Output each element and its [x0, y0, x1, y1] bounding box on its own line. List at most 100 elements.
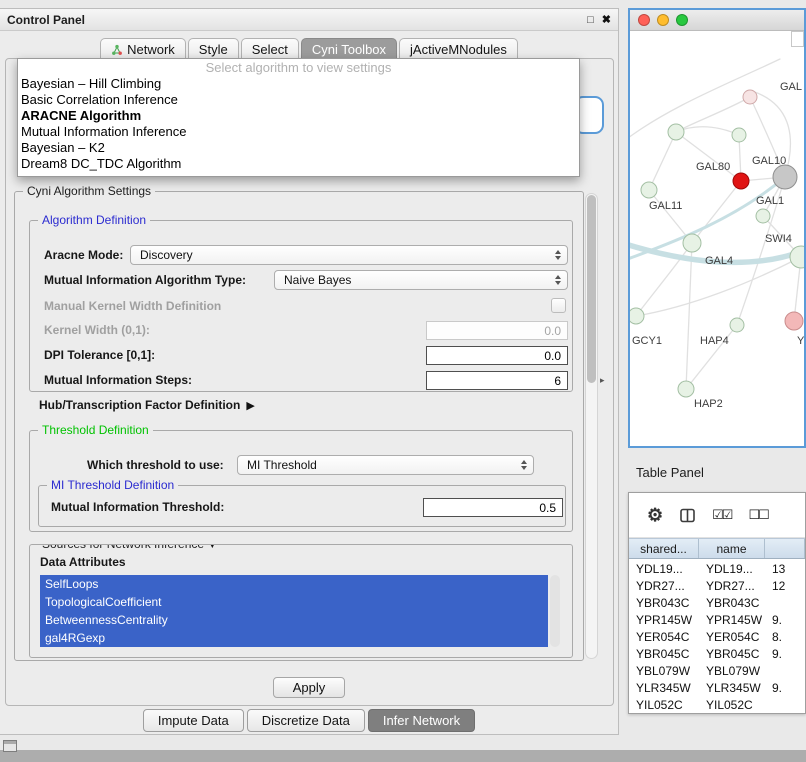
node-label: GAL [780, 81, 802, 93]
algorithm-option[interactable]: Bayesian – Hill Climbing [18, 76, 579, 92]
aracne-mode-label: Aracne Mode: [44, 248, 123, 262]
table-body: YDL19...YDL19...13YDR27...YDR27...12YBR0… [629, 560, 805, 713]
graph-node[interactable] [730, 318, 744, 332]
settings-group-title: Cyni Algorithm Settings [23, 184, 155, 198]
table-row[interactable]: YPR145WYPR145W9. [629, 611, 805, 628]
table-row[interactable]: YDL19...YDL19...13 [629, 560, 805, 577]
mi-threshold-definition-group: MI Threshold Definition Mutual Informati… [38, 485, 566, 527]
table-row[interactable]: YBR043CYBR043C [629, 594, 805, 611]
tab-impute-data[interactable]: Impute Data [143, 709, 244, 732]
attribute-item[interactable]: gal4RGexp [40, 629, 548, 647]
manual-kernel-checkbox[interactable] [551, 298, 566, 313]
graph-node[interactable] [668, 124, 684, 140]
node-label: GAL4 [705, 255, 733, 267]
control-panel-titlebar[interactable]: Control Panel □ ✖ [0, 9, 618, 31]
table-row[interactable]: YIL052CYIL052C [629, 696, 805, 713]
mi-steps-label: Mutual Information Steps: [44, 373, 192, 387]
table-cell: YLR345W [699, 679, 765, 696]
kernel-width-field[interactable]: 0.0 [426, 321, 568, 340]
traffic-yellow[interactable] [657, 14, 669, 26]
control-panel-title: Control Panel [7, 13, 85, 27]
deselect-all-icon[interactable]: ☐☐ [748, 507, 767, 523]
table-row[interactable]: YLR345WYLR345W9. [629, 679, 805, 696]
algorithm-option[interactable]: ARACNE Algorithm [18, 108, 579, 124]
kernel-width-label: Kernel Width (0,1): [44, 323, 150, 337]
graph-node[interactable] [630, 308, 644, 324]
table-row[interactable]: YBL079WYBL079W [629, 662, 805, 679]
traffic-red[interactable] [638, 14, 650, 26]
graph-node[interactable] [678, 381, 694, 397]
node-label: Y [797, 335, 804, 347]
graph-node[interactable] [683, 234, 701, 252]
table-cell [765, 662, 805, 679]
tab-infer-network[interactable]: Infer Network [368, 709, 475, 732]
tab-discretize-data[interactable]: Discretize Data [247, 709, 365, 732]
dpi-tolerance-field[interactable]: 0.0 [426, 346, 568, 365]
node-label: GAL11 [649, 200, 682, 212]
gear-icon[interactable]: ⚙ [647, 505, 663, 526]
field-value: 0.0 [544, 324, 561, 338]
graph-node[interactable] [733, 173, 749, 189]
table-cell: 9. [765, 679, 805, 696]
select-all-icon[interactable]: ☑☑ [712, 507, 731, 523]
attribute-item[interactable]: TopologicalCoefficient [40, 593, 548, 611]
mi-threshold-field[interactable]: 0.5 [423, 498, 563, 517]
graph-node[interactable] [756, 209, 770, 223]
table-cell: YIL052C [699, 696, 765, 713]
table-cell: YPR145W [699, 611, 765, 628]
node-label: SWI4 [765, 233, 792, 245]
traffic-green[interactable] [676, 14, 688, 26]
network-window-titlebar[interactable] [630, 10, 804, 31]
cyni-algorithm-settings-group: Cyni Algorithm Settings Algorithm Defini… [14, 191, 584, 661]
table-row[interactable]: YDR27...YDR27...12 [629, 577, 805, 594]
algorithm-option[interactable]: Basic Correlation Inference [18, 92, 579, 108]
control-panel-window: Control Panel □ ✖ Network Style Select [0, 8, 619, 735]
graph-node[interactable] [790, 246, 804, 268]
table-cell: YBR043C [699, 594, 765, 611]
graph-node[interactable] [785, 312, 803, 330]
window-controls: □ ✖ [587, 13, 611, 26]
float-panel-icon[interactable]: □ [587, 14, 594, 26]
algorithm-option[interactable]: Dream8 DC_TDC Algorithm [18, 156, 579, 172]
hub-definition-toggle[interactable]: Hub/Transcription Factor Definition ▶ [39, 398, 255, 412]
close-panel-icon[interactable]: ✖ [602, 13, 611, 26]
graph-node[interactable] [743, 90, 757, 104]
algorithm-option[interactable]: Bayesian – K2 [18, 140, 579, 156]
network-graph[interactable]: GALGAL80GAL10GAL11GAL1SWI4GAL4GCY1HAP4YH… [630, 31, 804, 425]
graph-node[interactable] [773, 165, 797, 189]
attribute-item[interactable]: BetweennessCentrality [40, 611, 548, 629]
column-header[interactable]: name [699, 539, 765, 558]
combo-arrows-icon [555, 250, 561, 260]
manual-kernel-width-label: Manual Kernel Width Definition [44, 299, 221, 313]
attribute-item[interactable]: SelfLoops [40, 575, 548, 593]
data-attributes-label: Data Attributes [40, 555, 126, 569]
columns-icon[interactable] [680, 508, 695, 523]
expand-arrow-icon: ▶ [246, 399, 254, 412]
mi-threshold-label: Mutual Information Threshold: [51, 500, 224, 514]
mi-steps-field[interactable]: 6 [426, 371, 568, 390]
graph-node[interactable] [641, 182, 657, 198]
graph-node[interactable] [732, 128, 746, 142]
scrollbar-thumb[interactable] [587, 195, 596, 383]
splitter-arrow-icon[interactable]: ▸ [600, 375, 605, 386]
table-cell: 12 [765, 577, 805, 594]
attributes-scrollbar[interactable] [550, 575, 560, 647]
sources-group-title[interactable]: Sources for Network Inference ▼ [38, 544, 221, 553]
bottom-bar [0, 750, 806, 762]
hub-definition-label: Hub/Transcription Factor Definition [39, 398, 240, 412]
table-row[interactable]: YBR045CYBR045C9. [629, 645, 805, 662]
column-header[interactable] [765, 539, 805, 558]
table-cell: YER054C [629, 628, 699, 645]
aracne-mode-select[interactable]: Discovery [130, 245, 568, 265]
field-value: 0.0 [544, 349, 561, 363]
column-header[interactable]: shared... [629, 539, 699, 558]
which-threshold-select[interactable]: MI Threshold [237, 455, 534, 475]
apply-button[interactable]: Apply [273, 677, 345, 698]
collapsed-panel-icon[interactable] [3, 740, 17, 752]
mi-algorithm-type-select[interactable]: Naive Bayes [274, 270, 568, 290]
settings-scrollbar[interactable] [585, 193, 598, 659]
network-canvas[interactable]: GALGAL80GAL10GAL11GAL1SWI4GAL4GCY1HAP4YH… [630, 31, 804, 425]
table-row[interactable]: YER054CYER054C8. [629, 628, 805, 645]
graph-edge [630, 59, 780, 141]
algorithm-option[interactable]: Mutual Information Inference [18, 124, 579, 140]
